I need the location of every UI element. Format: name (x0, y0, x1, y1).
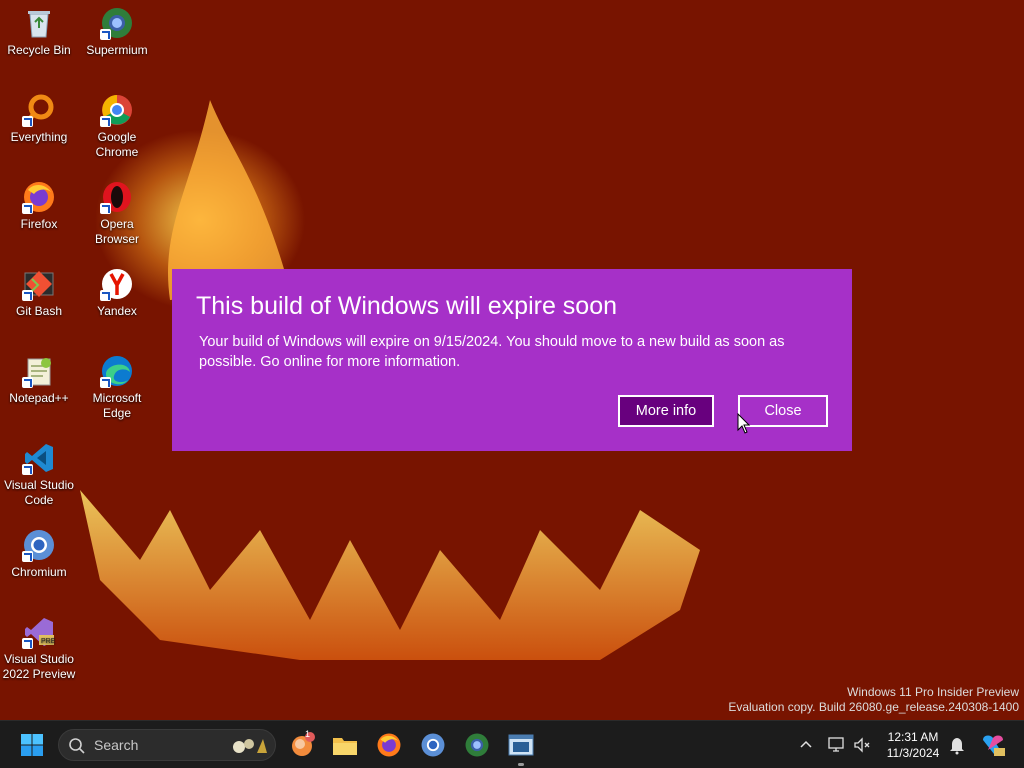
desktop-icon-microsoft-edge[interactable]: Microsoft Edge (78, 348, 156, 421)
desktop-icon-supermium[interactable]: Supermium (78, 0, 156, 58)
file-explorer-icon (333, 738, 357, 755)
notifications-button[interactable] (947, 735, 967, 755)
recycle-bin-icon (28, 11, 50, 38)
copilot-pre-icon (983, 735, 1005, 756)
desktop-icon-label: Supermium (86, 43, 148, 57)
taskbar-search-box[interactable]: Search (58, 729, 276, 761)
taskbar-copilot[interactable] (288, 730, 318, 760)
desktop-icon-label: Firefox (20, 217, 58, 231)
watermark-build: Evaluation copy. Build 26080.ge_release.… (728, 700, 1019, 714)
insider-watermark: Windows 11 Pro Insider Preview Evaluatio… (728, 685, 1019, 715)
shortcut-arrow-icon (100, 290, 111, 301)
shortcut-arrow-icon (22, 638, 33, 649)
mouse-cursor-icon (737, 413, 751, 434)
desktop-icon-visual-studio-2022-preview[interactable]: PRE Visual Studio 2022 Preview (0, 609, 78, 682)
desktop-icon-label: Google Chrome (95, 130, 139, 159)
svg-text:PRE: PRE (41, 638, 56, 645)
desktop-icon-firefox[interactable]: Firefox (0, 174, 78, 232)
desktop-icon-label: Everything (10, 130, 68, 144)
app-window-icon (508, 734, 534, 756)
dialog-title: This build of Windows will expire soon (196, 292, 618, 320)
shortcut-arrow-icon (100, 377, 111, 388)
desktop-icon-git-bash[interactable]: Git Bash (0, 261, 78, 319)
desktop-icon-visual-studio-code[interactable]: Visual Studio Code (0, 435, 78, 508)
taskbar-chromium[interactable] (418, 730, 448, 760)
clock-time: 12:31 AM (887, 730, 939, 744)
desktop-icon-google-chrome[interactable]: Google Chrome (78, 87, 156, 160)
show-hidden-icons-button[interactable] (796, 735, 816, 755)
shortcut-arrow-icon (100, 203, 111, 214)
desktop-icon-label: Notepad++ (9, 391, 69, 405)
firefox-icon (377, 733, 401, 757)
more-info-button[interactable]: More info (618, 395, 714, 427)
close-button[interactable]: Close (738, 395, 828, 427)
shortcut-arrow-icon (100, 29, 111, 40)
dialog-message: Your build of Windows will expire on 9/1… (199, 334, 785, 370)
chromium-icon (421, 733, 445, 757)
desktop-icon-label: Git Bash (15, 304, 63, 318)
desktop-icon-chromium[interactable]: Chromium (0, 522, 78, 580)
chevron-up-icon (800, 740, 812, 748)
clock-date: 11/3/2024 (886, 746, 940, 760)
shortcut-arrow-icon (22, 290, 33, 301)
taskbar-supermium[interactable] (462, 730, 492, 760)
taskbar: Search 1 12:31 AM 11/3/2024 (0, 720, 1024, 768)
taskbar-file-explorer[interactable] (330, 730, 360, 760)
start-icon (21, 734, 43, 756)
network-tray-button[interactable] (826, 735, 846, 755)
notification-badge: 1 (305, 729, 311, 739)
copilot-tray-button[interactable] (980, 732, 1006, 758)
running-indicator (518, 763, 524, 766)
desktop-icon-label: Visual Studio 2022 Preview (2, 652, 76, 681)
desktop-icon-label: Visual Studio Code (4, 478, 74, 507)
shortcut-arrow-icon (22, 551, 33, 562)
desktop-icon-notepad-plus-plus[interactable]: Notepad++ (0, 348, 78, 406)
desktop-icon-everything[interactable]: Everything (0, 87, 78, 145)
pumpkin-teeth-decoration (80, 490, 700, 660)
desktop-icon-label: Recycle Bin (7, 43, 71, 57)
search-icon (69, 738, 85, 754)
shortcut-arrow-icon (22, 464, 33, 475)
taskbar-clock[interactable]: 12:31 AM 11/3/2024 (880, 729, 946, 761)
search-placeholder: Search (94, 737, 139, 753)
taskbar-app-window[interactable] (506, 730, 536, 760)
volume-tray-button[interactable] (852, 735, 872, 755)
search-highlight-icon (233, 739, 267, 753)
desktop-icon-label: Yandex (97, 304, 137, 318)
copilot-icon (292, 732, 315, 756)
shortcut-arrow-icon (22, 116, 33, 127)
taskbar-firefox[interactable] (374, 730, 404, 760)
desktop-icon-yandex[interactable]: Yandex (78, 261, 156, 319)
desktop-icon-recycle-bin[interactable]: Recycle Bin (0, 0, 78, 58)
start-button[interactable] (17, 730, 47, 760)
supermium-icon (465, 733, 489, 757)
shortcut-arrow-icon (22, 203, 33, 214)
network-icon (828, 737, 844, 752)
volume-muted-icon (854, 737, 870, 753)
desktop-icon-label: Chromium (11, 565, 67, 579)
desktop-icon-opera-browser[interactable]: Opera Browser (78, 174, 156, 247)
shortcut-arrow-icon (100, 116, 111, 127)
bell-icon (950, 738, 964, 755)
watermark-edition: Windows 11 Pro Insider Preview (847, 685, 1019, 699)
desktop-icon-label: Microsoft Edge (92, 391, 142, 420)
shortcut-arrow-icon (22, 377, 33, 388)
desktop-icon-label: Opera Browser (94, 217, 139, 246)
